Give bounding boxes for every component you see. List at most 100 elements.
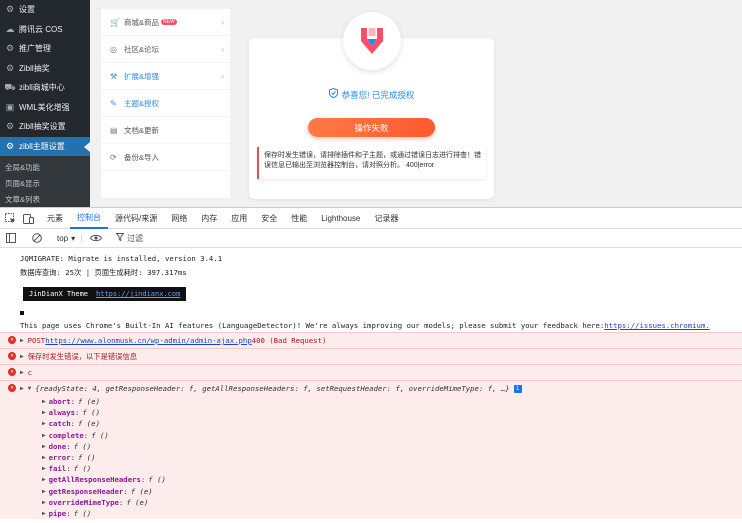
devtools-tab[interactable]: 性能	[284, 208, 314, 229]
wp-submenu-item[interactable]: 全局&功能	[0, 159, 90, 175]
settings-nav-item[interactable]: ▤ 文档&更新	[101, 117, 230, 144]
object-property[interactable]: ▶ done: f ()	[0, 441, 742, 452]
chevron-down-icon: ▾	[71, 233, 76, 243]
property-key: getAllResponseHeaders	[48, 475, 141, 485]
devtools-tab[interactable]: 安全	[254, 208, 284, 229]
console-toolbar: top ▾ 过滤	[0, 229, 742, 248]
property-key: error	[48, 453, 71, 463]
wp-menu-item[interactable]: ⚙ 设置	[0, 0, 90, 20]
context-value: top	[57, 233, 69, 243]
devtools-tab[interactable]: 内存	[194, 208, 224, 229]
expand-triangle-icon[interactable]: ▶	[42, 499, 46, 506]
settings-nav-item[interactable]: 🛒 商城&商品 NEW ›	[101, 9, 230, 36]
devtools-tab[interactable]: 网络	[164, 208, 194, 229]
collapse-triangle-icon[interactable]: ▼	[28, 385, 32, 392]
context-select[interactable]: top ▾	[57, 233, 83, 243]
object-property[interactable]: ▶ error: f ()	[0, 452, 742, 463]
wp-menu-item[interactable]: ▣ WML美化增强	[0, 98, 90, 118]
object-property[interactable]: ▶ getResponseHeader: f (e)	[0, 486, 742, 497]
filter-placeholder: 过滤	[127, 233, 144, 243]
property-value: f ()	[82, 408, 100, 418]
expand-triangle-icon[interactable]: ▶	[20, 369, 24, 376]
property-key: overrideMimeType	[48, 497, 119, 507]
settings-nav-item[interactable]: ◎ 社区&论坛 ›	[101, 36, 230, 63]
wp-menu-item[interactable]: ⛟ zibll商城中心	[0, 78, 90, 98]
devtools-tab[interactable]: 控制台	[70, 208, 108, 229]
wp-menu-item[interactable]: ⚙ 推广管理	[0, 39, 90, 59]
expand-triangle-icon[interactable]: ▶	[42, 443, 46, 450]
wp-admin-menu: ⚙ 设置 ☁ 腾讯云 COS ⚙ 推广管理 ⚙ Zibll抽奖 ⛟ zibll商城中心 ▣ WML美化…	[0, 0, 90, 207]
object-property[interactable]: ▶ overrideMimeType: f (e)	[0, 497, 742, 508]
object-property[interactable]: ▶ complete: f ()	[0, 430, 742, 441]
expand-triangle-icon[interactable]: ▶	[42, 465, 46, 472]
clear-console-icon[interactable]	[31, 232, 43, 244]
property-value: f ()	[73, 508, 92, 518]
object-property[interactable]: ▶ catch: f (e)	[0, 418, 742, 429]
property-value: f (e)	[78, 419, 100, 429]
settings-nav-item[interactable]: ⟳ 备份&导入	[101, 144, 230, 171]
object-property[interactable]: ▶ fail: f ()	[0, 463, 742, 474]
expand-triangle-icon[interactable]: ▶	[42, 420, 46, 427]
expand-triangle-icon[interactable]: ▶	[42, 398, 46, 405]
expand-triangle-icon[interactable]: ▶	[42, 476, 46, 483]
object-property[interactable]: ▶ pipe: f ()	[0, 508, 742, 519]
settings-nav-label: 备份&导入	[124, 152, 160, 162]
property-colon: :	[70, 419, 75, 429]
wrench-icon: ⚒	[110, 71, 118, 81]
wp-menu-item[interactable]: ⚙ Zibll抽奖设置	[0, 117, 90, 137]
expand-triangle-icon[interactable]: ▶	[42, 409, 46, 416]
badge-link[interactable]: https://jindianx.com	[96, 290, 180, 298]
property-colon: :	[83, 430, 89, 440]
settings-nav-item[interactable]: ✎ 主题&授权	[101, 90, 230, 117]
operation-failed-button[interactable]: 操作失败	[308, 118, 435, 137]
zibll-settings-nav: 🛒 商城&商品 NEW › ◎ 社区&论坛 › ⚒ 扩展&增强 › ✎ 主题&授权 ▤ 文档&更新 ⟳ 备份&…	[101, 9, 230, 198]
wp-menu-item[interactable]: ⚙ Zibll抽奖	[0, 59, 90, 79]
page-area: ⚙ 设置 ☁ 腾讯云 COS ⚙ 推广管理 ⚙ Zibll抽奖 ⛟ zibll商城中心 ▣ WML美化…	[0, 0, 742, 207]
sidebar-toggle-icon[interactable]	[5, 232, 17, 244]
expand-triangle-icon[interactable]: ▶	[42, 488, 46, 495]
object-property[interactable]: ▶ getAllResponseHeaders: f ()	[0, 474, 742, 485]
eye-icon[interactable]	[90, 232, 103, 244]
devtools-tab[interactable]: 应用	[224, 208, 254, 229]
console-error-c: ✕ ▶ c	[0, 364, 742, 380]
expand-triangle-icon[interactable]: ▶	[20, 337, 24, 344]
gear-icon: ⚙	[5, 43, 15, 54]
devtools-tab[interactable]: Lighthouse	[314, 208, 367, 229]
object-property[interactable]: ▶ abort: f (e)	[0, 396, 742, 407]
post-url-link[interactable]: https://www.alonmusk.cn/wp-admin/admin-a…	[45, 336, 251, 345]
console-error-post: ✕ ▶ POST https://www.alonmusk.cn/wp-admi…	[0, 332, 742, 348]
wp-submenu-item[interactable]: 页面&显示	[0, 175, 90, 191]
settings-nav-label: 扩展&增强	[124, 71, 160, 81]
device-toolbar-icon[interactable]	[22, 212, 34, 224]
ai-feedback-link[interactable]: https://issues.chromium.	[604, 321, 709, 330]
gear-icon: ⚙	[5, 140, 15, 151]
expand-triangle-icon[interactable]: ▶	[20, 385, 24, 392]
devtools-tabbar: 元素 控制台 源代码/来源 网络 内存 应用 安全 性能 Lighthouse 记录器	[0, 208, 742, 229]
expand-triangle-icon[interactable]: ▶	[42, 510, 46, 517]
property-key: done	[48, 441, 67, 451]
devtools-tab[interactable]: 记录器	[367, 208, 405, 229]
object-property[interactable]: ▶ always: f ()	[0, 407, 742, 418]
property-value: f ()	[73, 441, 92, 451]
wp-menu-item[interactable]: ☁ 腾讯云 COS	[0, 20, 90, 40]
error-icon: ✕	[8, 352, 16, 360]
wp-menu-item[interactable]: ⚙ zibll主题设置	[0, 136, 90, 156]
square-marker	[20, 311, 24, 315]
expand-triangle-icon[interactable]: ▶	[20, 353, 24, 360]
devtools-tab[interactable]: 源代码/来源	[108, 208, 164, 229]
console-filter-input[interactable]: 过滤	[115, 233, 144, 244]
console-log-jqmigrate: JQMIGRATE: Migrate is installed, version…	[20, 254, 223, 263]
inspect-element-icon[interactable]	[4, 212, 16, 224]
property-key: getResponseHeader	[48, 486, 124, 496]
window-icon: ▣	[5, 101, 15, 112]
settings-nav-item[interactable]: ⚒ 扩展&增强 ›	[101, 63, 230, 90]
document-icon: ▤	[110, 125, 118, 135]
expand-triangle-icon[interactable]: ▶	[42, 432, 46, 439]
ai-notice-text: This page uses Chrome's Built-In AI feat…	[20, 320, 605, 330]
console-log-badge: JinDianX Theme https://jindianx.com	[0, 280, 742, 308]
wp-submenu-item[interactable]: 文章&列表	[0, 191, 90, 207]
backup-icon: ⟳	[110, 152, 117, 162]
devtools-tab[interactable]: 元素	[40, 208, 70, 229]
expand-triangle-icon[interactable]: ▶	[42, 454, 46, 461]
save-error-text: 保存时发生错误，以下是错误信息	[27, 351, 138, 361]
